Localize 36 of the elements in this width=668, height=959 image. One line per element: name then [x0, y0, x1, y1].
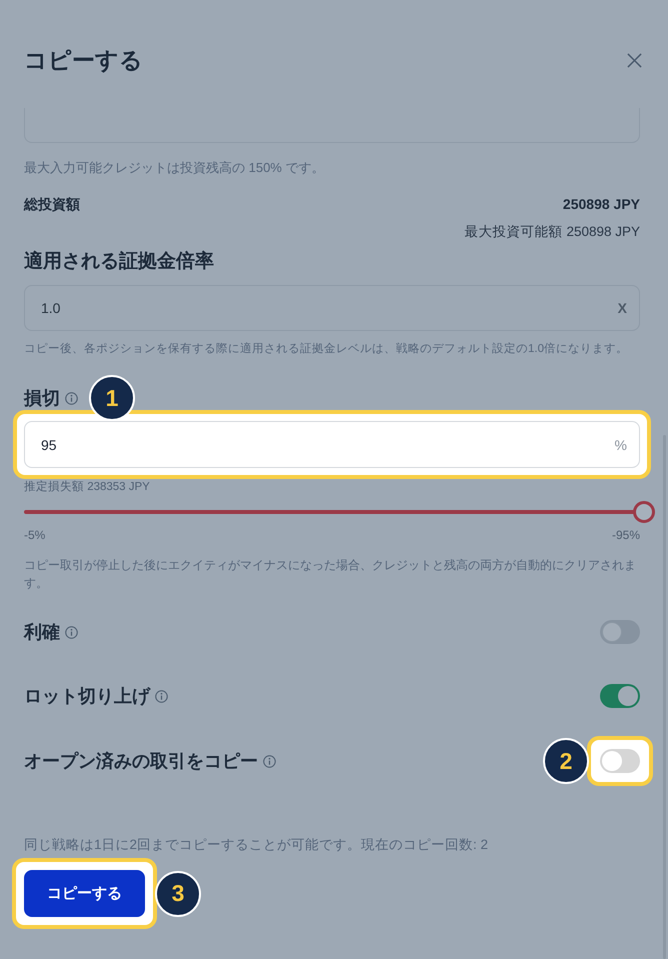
range-min-label: -5% — [24, 527, 46, 543]
toggle-switch[interactable] — [600, 684, 640, 708]
info-icon[interactable] — [65, 626, 78, 638]
callout-badge: 3 — [155, 870, 201, 916]
info-icon[interactable] — [263, 754, 276, 768]
close-icon[interactable] — [627, 53, 642, 68]
max-investment-note: 最大投資可能額 250898 JPY — [464, 223, 640, 241]
input-field[interactable]: 1.0 X — [24, 285, 640, 331]
toggle-switch[interactable] — [600, 749, 640, 773]
copy-button[interactable]: コピーする — [24, 870, 145, 917]
toggle-switch[interactable] — [600, 620, 640, 644]
field-suffix: % — [614, 436, 627, 452]
total-label: 総投資額 — [24, 195, 80, 214]
callout-badge: 2 — [543, 738, 589, 784]
section-label: 損切 — [24, 387, 60, 410]
toggle-label: 利確 — [24, 621, 60, 644]
info-icon[interactable] — [155, 690, 168, 702]
toggle-label: オープン済みの取引をコピー — [24, 750, 258, 773]
range-max-label: -95% — [612, 527, 640, 543]
hint-text: コピー後、各ポジションを保有する際に適用される証拠金レベルは、戦略のデフォルト設定の1.0倍になります。 — [24, 341, 629, 357]
callout-badge: 1 — [89, 375, 135, 421]
field-suffix: X — [618, 300, 627, 316]
input-field[interactable]: 95 % — [24, 421, 640, 468]
field-value: 95 — [41, 436, 57, 452]
total-value: 250898 JPY — [562, 195, 640, 214]
note-text: コピー取引が停止した後にエクイティがマイナスになった場合、クレジットと残高の両方が自動的にクリアされます。 — [24, 557, 637, 592]
slider-thumb[interactable] — [633, 501, 655, 523]
copy-limit-note: 同じ戦略は1日に2回までコピーすることが可能です。現在のコピー回数: 2 — [24, 836, 490, 854]
dialog-title: コピーする — [24, 46, 143, 75]
slider-track[interactable] — [24, 501, 655, 523]
estimate-text: 推定損失額 238353 JPY — [24, 480, 151, 495]
section-label: 適用される証拠金倍率 — [24, 250, 215, 274]
info-icon[interactable] — [65, 392, 78, 404]
toggle-label: ロット切り上げ — [24, 685, 150, 708]
field-value: 1.0 — [41, 300, 60, 316]
credit-note: 最大入力可能クレジットは投資残高の 150% です。 — [24, 159, 326, 177]
